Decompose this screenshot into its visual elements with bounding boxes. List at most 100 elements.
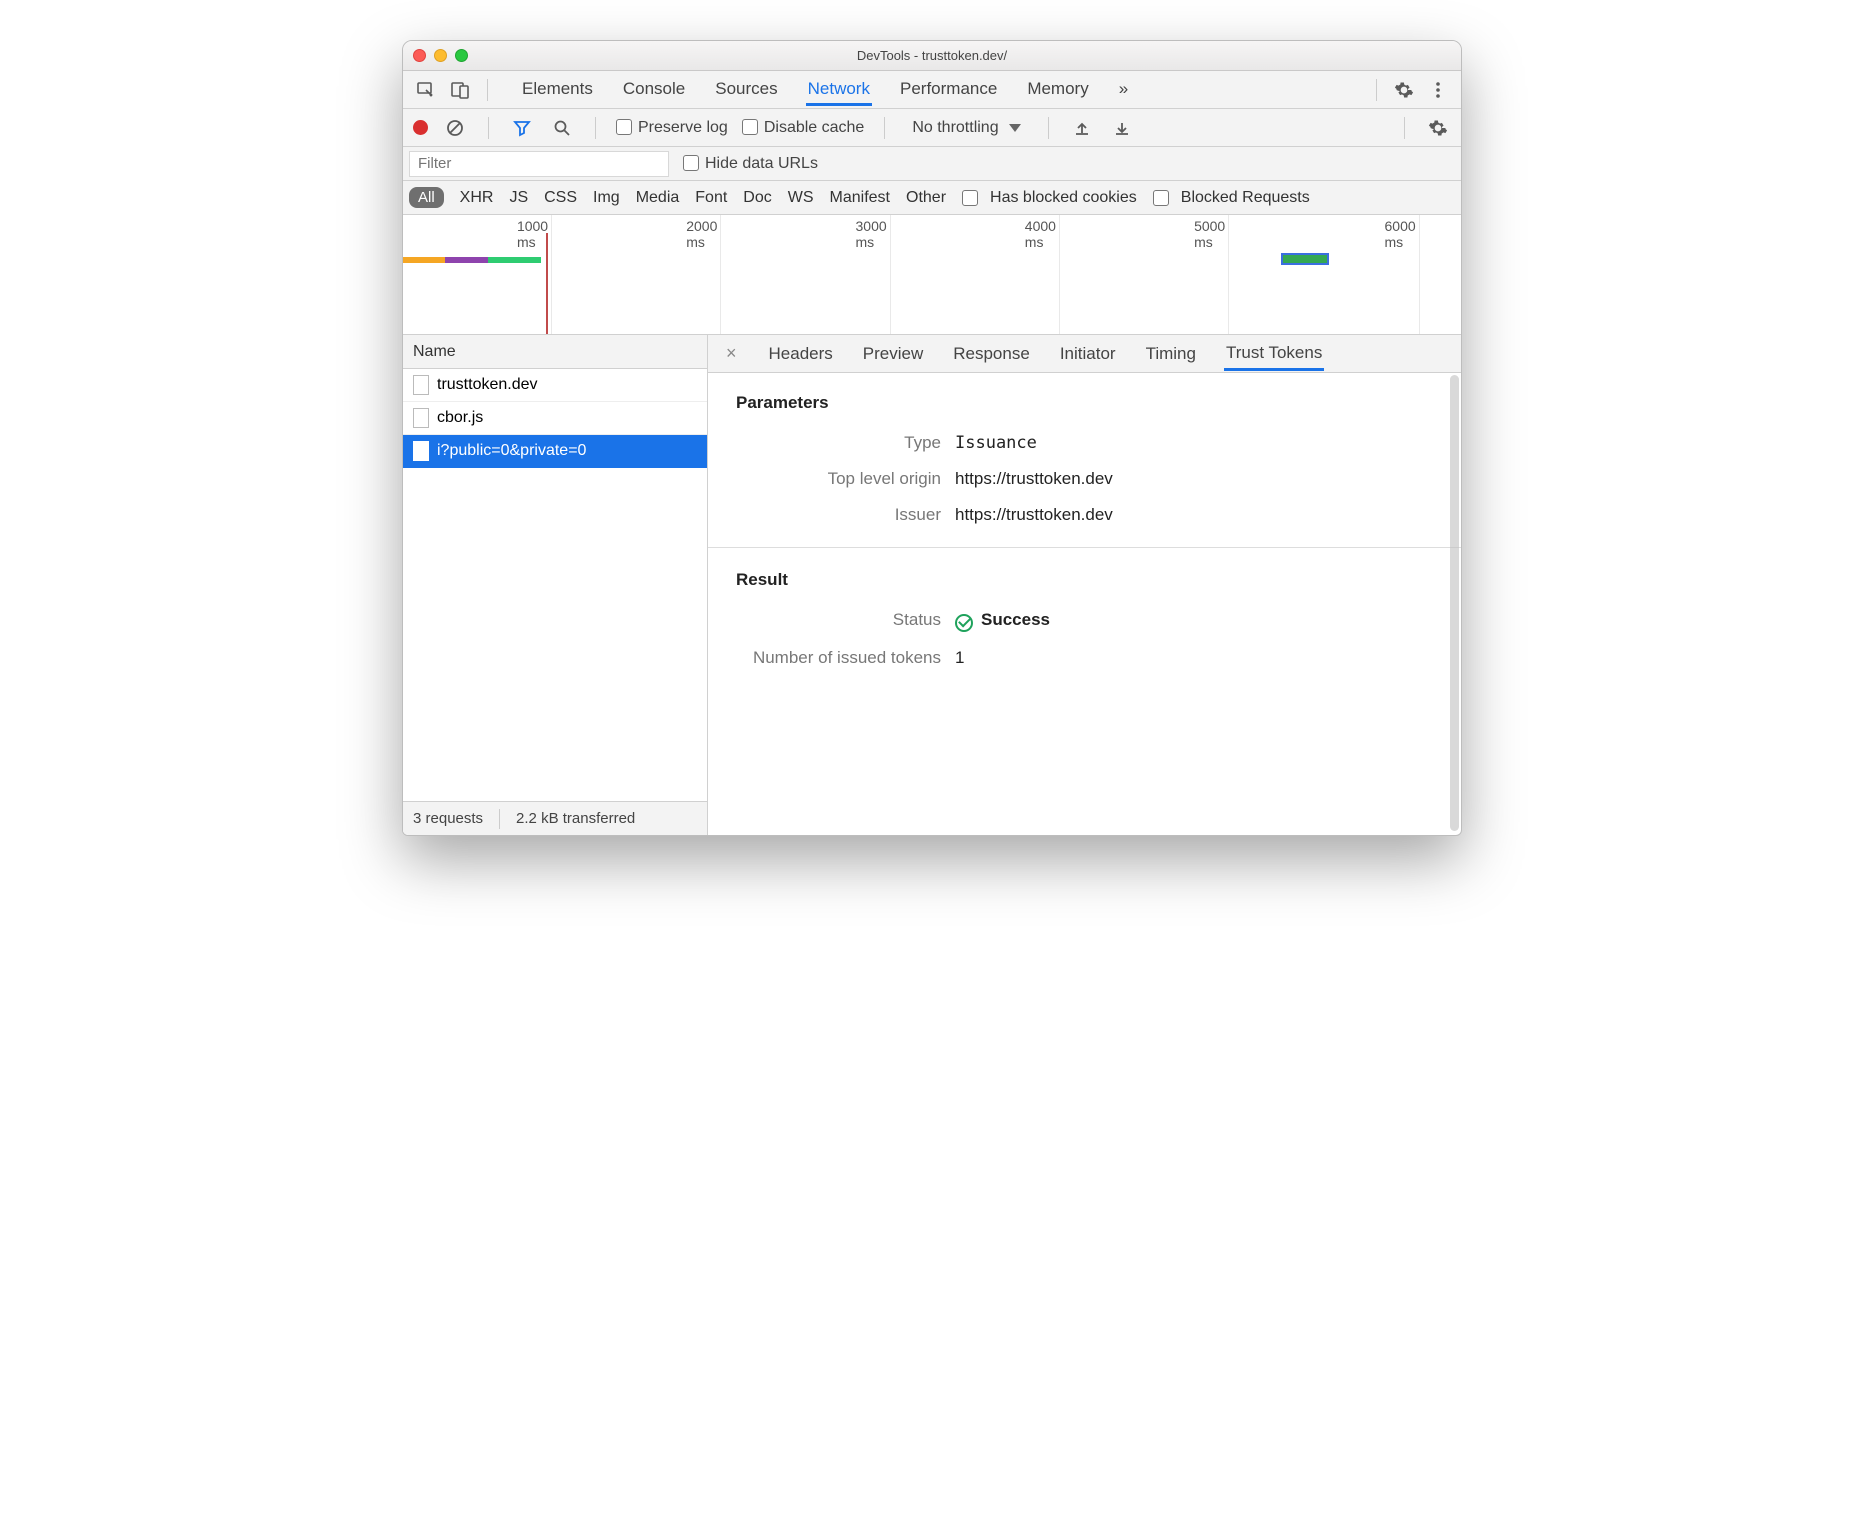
download-har-icon[interactable] xyxy=(1109,115,1135,141)
result-status-value: Success xyxy=(955,610,1050,632)
success-icon xyxy=(955,614,973,632)
result-status-label: Status xyxy=(736,610,941,632)
divider xyxy=(1376,79,1377,101)
divider xyxy=(884,117,885,139)
throttling-select[interactable]: No throttling xyxy=(905,116,1027,140)
detail-tab-preview[interactable]: Preview xyxy=(861,338,925,370)
titlebar: DevTools - trusttoken.dev/ xyxy=(403,41,1461,71)
disable-cache-checkbox[interactable]: Disable cache xyxy=(742,119,865,137)
detail-tab-response[interactable]: Response xyxy=(951,338,1032,370)
timeline-tick: 3000 ms xyxy=(856,218,891,250)
type-filter-other[interactable]: Other xyxy=(906,189,946,207)
divider xyxy=(1048,117,1049,139)
param-value: https://trusttoken.dev xyxy=(955,469,1113,489)
timeline-cursor xyxy=(546,233,548,334)
request-row[interactable]: i?public=0&private=0 xyxy=(403,435,707,468)
type-filter-xhr[interactable]: XHR xyxy=(460,189,494,207)
request-row[interactable]: trusttoken.dev xyxy=(403,369,707,402)
type-filter-all[interactable]: All xyxy=(409,187,444,208)
preserve-log-checkbox[interactable]: Preserve log xyxy=(616,119,728,137)
hide-data-urls-checkbox[interactable]: Hide data URLs xyxy=(683,155,818,173)
minimize-window-button[interactable] xyxy=(434,49,447,62)
chevron-down-icon xyxy=(1009,124,1021,132)
maximize-window-button[interactable] xyxy=(455,49,468,62)
document-icon xyxy=(413,408,429,428)
document-icon xyxy=(413,441,429,461)
filter-icon[interactable] xyxy=(509,115,535,141)
detail-pane: × Headers Preview Response Initiator Tim… xyxy=(708,335,1461,835)
tab-console[interactable]: Console xyxy=(621,73,687,106)
detail-tab-headers[interactable]: Headers xyxy=(767,338,835,370)
upload-har-icon[interactable] xyxy=(1069,115,1095,141)
search-icon[interactable] xyxy=(549,115,575,141)
kebab-menu-icon[interactable] xyxy=(1425,77,1451,103)
divider xyxy=(1404,117,1405,139)
timeline-bar xyxy=(403,257,445,263)
parameters-heading: Parameters xyxy=(736,393,1433,413)
inspect-icon[interactable] xyxy=(413,77,439,103)
timeline-tick: 4000 ms xyxy=(1025,218,1060,250)
param-value: https://trusttoken.dev xyxy=(955,505,1113,525)
type-filter-font[interactable]: Font xyxy=(695,189,727,207)
detail-tabs: × Headers Preview Response Initiator Tim… xyxy=(708,335,1461,373)
blocked-requests-checkbox[interactable]: Blocked Requests xyxy=(1153,189,1310,207)
result-row: Number of issued tokens 1 xyxy=(736,648,1433,668)
detail-tab-timing[interactable]: Timing xyxy=(1144,338,1198,370)
detail-body: Parameters Type Issuance Top level origi… xyxy=(708,373,1461,835)
filter-input[interactable] xyxy=(409,151,669,177)
blocked-cookies-checkbox[interactable]: Has blocked cookies xyxy=(962,189,1137,207)
tab-performance[interactable]: Performance xyxy=(898,73,999,106)
tab-elements[interactable]: Elements xyxy=(520,73,595,106)
timeline-overview[interactable]: 1000 ms 2000 ms 3000 ms 4000 ms 5000 ms … xyxy=(403,215,1461,335)
type-filter-img[interactable]: Img xyxy=(593,189,620,207)
close-detail-icon[interactable]: × xyxy=(722,343,741,364)
blocked-requests-label: Blocked Requests xyxy=(1181,189,1310,207)
document-icon xyxy=(413,375,429,395)
network-toolbar: Preserve log Disable cache No throttling xyxy=(403,109,1461,147)
type-filter-js[interactable]: JS xyxy=(509,189,528,207)
type-filter-manifest[interactable]: Manifest xyxy=(830,189,890,207)
settings-icon[interactable] xyxy=(1391,77,1417,103)
preserve-log-label: Preserve log xyxy=(638,119,728,136)
timeline-selection xyxy=(1281,253,1329,265)
record-button[interactable] xyxy=(413,120,428,135)
tab-overflow[interactable]: » xyxy=(1117,73,1130,106)
tab-memory[interactable]: Memory xyxy=(1025,73,1090,106)
request-row[interactable]: cbor.js xyxy=(403,402,707,435)
transferred-size: 2.2 kB transferred xyxy=(516,810,635,827)
divider xyxy=(499,809,500,829)
result-heading: Result xyxy=(736,570,1433,590)
divider xyxy=(708,547,1461,548)
blocked-cookies-label: Has blocked cookies xyxy=(990,189,1137,207)
hide-data-urls-label: Hide data URLs xyxy=(705,155,818,172)
type-filter-media[interactable]: Media xyxy=(636,189,680,207)
main-tabstrip: Elements Console Sources Network Perform… xyxy=(403,71,1461,109)
clear-icon[interactable] xyxy=(442,115,468,141)
type-filter-css[interactable]: CSS xyxy=(544,189,577,207)
type-filter-doc[interactable]: Doc xyxy=(743,189,771,207)
param-key: Issuer xyxy=(736,505,941,525)
tab-sources[interactable]: Sources xyxy=(713,73,779,106)
close-window-button[interactable] xyxy=(413,49,426,62)
detail-tab-trust-tokens[interactable]: Trust Tokens xyxy=(1224,337,1324,371)
request-name: cbor.js xyxy=(437,409,483,427)
param-value: Issuance xyxy=(955,433,1037,453)
divider xyxy=(595,117,596,139)
disable-cache-label: Disable cache xyxy=(764,119,865,136)
result-tokens-value: 1 xyxy=(955,648,964,668)
request-count: 3 requests xyxy=(413,810,483,827)
panel-settings-icon[interactable] xyxy=(1425,115,1451,141)
tab-network[interactable]: Network xyxy=(806,73,872,106)
divider xyxy=(487,79,488,101)
type-filter-ws[interactable]: WS xyxy=(788,189,814,207)
param-key: Top level origin xyxy=(736,469,941,489)
requests-header: Name xyxy=(403,335,707,369)
scrollbar[interactable] xyxy=(1450,375,1459,831)
timeline-bar xyxy=(445,257,487,263)
network-split: Name trusttoken.dev cbor.js i?public=0&p… xyxy=(403,335,1461,835)
timeline-tick: 6000 ms xyxy=(1385,218,1420,250)
detail-tab-initiator[interactable]: Initiator xyxy=(1058,338,1118,370)
main-tabs: Elements Console Sources Network Perform… xyxy=(520,73,1130,106)
requests-list: trusttoken.dev cbor.js i?public=0&privat… xyxy=(403,369,707,801)
device-toolbar-icon[interactable] xyxy=(447,77,473,103)
